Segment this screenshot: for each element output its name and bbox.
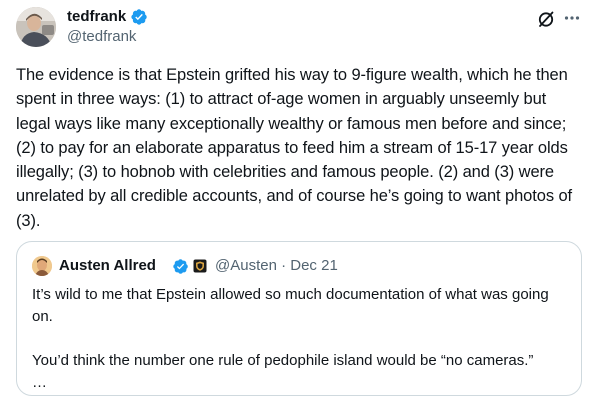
slashed-circle-icon[interactable] (536, 9, 556, 29)
quoted-display-name[interactable]: Austen Allred (59, 256, 156, 276)
quoted-tweet[interactable]: Austen Allred @Austen · Dec 21 It’s wild… (16, 241, 582, 396)
tweet-text: The evidence is that Epstein grifted his… (16, 66, 577, 230)
verified-badge-icon[interactable] (130, 8, 148, 26)
ellipsis-icon[interactable] (562, 8, 582, 28)
tweet: tedfrank @tedfrank The evidence is that … (0, 0, 590, 405)
avatar-photo-icon (16, 7, 56, 47)
author-handle[interactable]: @tedfrank (67, 28, 136, 46)
author-avatar[interactable] (16, 7, 56, 47)
shield-badge-icon[interactable] (193, 259, 207, 273)
quoted-avatar-photo-icon (32, 256, 52, 276)
quoted-verified-badge-icon[interactable] (172, 258, 189, 275)
quoted-handle-date[interactable]: @Austen · Dec 21 (215, 256, 338, 276)
author-display-name[interactable]: tedfrank (67, 8, 126, 26)
quoted-author-avatar[interactable] (32, 256, 52, 276)
quoted-tweet-text: It’s wild to me that Epstein allowed so … (32, 286, 549, 391)
